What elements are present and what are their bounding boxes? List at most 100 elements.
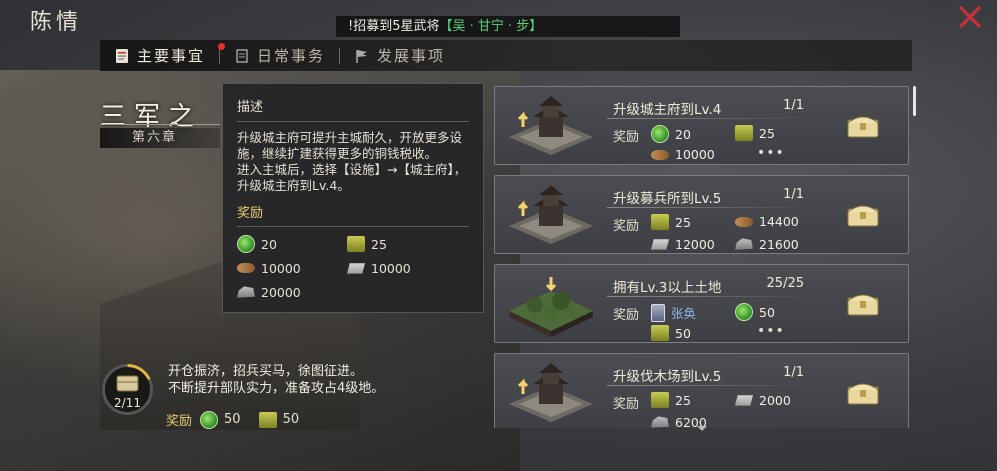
reward-item: 10000 <box>651 147 715 162</box>
quest-divider <box>607 207 817 208</box>
reward-item: 21600 <box>735 236 799 252</box>
more-rewards-ellipsis[interactable]: ••• <box>757 323 785 339</box>
calendar-icon <box>236 48 248 63</box>
reward-item: 25 <box>347 235 457 253</box>
reward-value: 25 <box>675 214 691 230</box>
tab-main-affairs[interactable]: 主要事宜 <box>100 40 225 71</box>
quest-title: 升级城主府到Lv.4 <box>613 102 722 118</box>
tab-bar: 主要事宜 日常事务 发展事项 <box>100 40 912 71</box>
reward-value: 20000 <box>261 284 301 300</box>
reward-item: 25 <box>651 392 691 408</box>
quest-reward-label: 奖励 <box>613 130 640 145</box>
quest-card[interactable]: 升级募兵所到Lv.5 1/1 奖励 25 14400 12000 21600 <box>494 175 909 254</box>
reward-item: 2000 <box>735 392 791 408</box>
reward-value: 10000 <box>261 260 301 276</box>
chapter-progress-text: 2/11 <box>114 396 141 410</box>
jade-icon <box>651 125 669 143</box>
reward-item: 10000 <box>347 259 457 277</box>
grain-icon <box>347 236 365 252</box>
reward-value: 25 <box>371 236 387 252</box>
quest-card[interactable]: 升级城主府到Lv.4 1/1 奖励 20 25 10000 ••• <box>494 86 909 165</box>
reward-value: 50 <box>282 412 300 427</box>
reward-value: 2000 <box>759 392 791 408</box>
quest-reward-label: 奖励 <box>613 219 640 234</box>
reward-item: 张奂 <box>651 303 696 322</box>
iron-icon <box>347 263 365 274</box>
quest-list[interactable]: 升级城主府到Lv.4 1/1 奖励 20 25 10000 ••• 升级募兵所到… <box>494 86 910 428</box>
grain-icon <box>258 411 277 428</box>
reward-hero-name[interactable]: 张奂 <box>671 303 696 322</box>
reward-item: 25 <box>651 214 691 230</box>
land-tile-thumbnail <box>509 277 593 337</box>
iron-icon <box>651 239 669 250</box>
tooltip-reward-heading: 奖励 <box>237 202 469 227</box>
iron-icon <box>735 395 753 406</box>
hero-card-icon <box>651 303 665 322</box>
quest-reward-label: 奖励 <box>613 397 640 412</box>
reward-item: 10000 <box>237 259 347 277</box>
tooltip-body: 升级城主府可提升主城耐久，开放更多设施，继续扩建获得更多的铜钱税收。 进入主城后… <box>237 130 467 193</box>
tooltip-reward-grid: 20 25 10000 10000 20000 <box>237 235 469 301</box>
reward-item: 20 <box>237 235 347 253</box>
treasure-chest-icon[interactable] <box>846 200 880 228</box>
pagoda-upgrade-thumbnail <box>509 185 593 244</box>
reward-value: 20 <box>261 236 277 252</box>
tab-development[interactable]: 发展事项 <box>340 40 459 71</box>
chapter-divider <box>100 124 220 125</box>
treasure-chest-icon[interactable] <box>846 111 880 139</box>
quest-title: 升级募兵所到Lv.5 <box>613 191 722 207</box>
reward-value: 21600 <box>759 236 799 252</box>
notification-badge <box>218 43 225 50</box>
pagoda-upgrade-thumbnail <box>509 96 593 155</box>
reward-item: 50 <box>735 303 775 321</box>
reward-value: 25 <box>675 392 691 408</box>
tooltip-heading: 描述 <box>237 96 469 122</box>
quest-card[interactable]: 拥有Lv.3以上土地 25/25 奖励 张奂 50 50 ••• <box>494 264 909 343</box>
tab-label: 主要事宜 <box>137 47 206 65</box>
tab-label: 日常事务 <box>257 47 326 65</box>
reward-value: 50 <box>675 325 691 341</box>
chapter-subtitle: 第六章 <box>100 128 220 148</box>
quest-divider <box>607 385 817 386</box>
reward-value: 10000 <box>371 260 411 276</box>
grain-icon <box>651 214 669 230</box>
quest-list-scrollbar[interactable] <box>913 86 916 116</box>
quest-reward-label: 奖励 <box>613 308 640 323</box>
reward-value: 20 <box>675 126 691 142</box>
wood-icon <box>651 149 669 160</box>
reward-value: 50 <box>224 412 241 427</box>
marquee-highlight: 【吴 · 甘宁 · 步】 <box>439 19 543 34</box>
quest-progress: 1/1 <box>783 365 804 380</box>
reward-item: 20 <box>651 125 691 143</box>
wood-icon <box>735 216 753 227</box>
grain-icon <box>651 325 669 341</box>
treasure-chest-icon[interactable] <box>846 378 880 406</box>
pagoda-upgrade-thumbnail <box>509 363 593 422</box>
quest-title: 拥有Lv.3以上土地 <box>613 280 722 296</box>
close-x-icon <box>959 6 981 28</box>
reward-item: 50 <box>651 325 691 341</box>
quest-progress: 25/25 <box>766 276 804 291</box>
quest-card[interactable]: 升级伐木场到Lv.5 1/1 奖励 25 2000 6200 <box>494 353 909 428</box>
tab-daily-affairs[interactable]: 日常事务 <box>220 40 339 71</box>
marquee-text: !招募到5星武将 <box>348 19 440 34</box>
quest-progress: 1/1 <box>783 98 804 113</box>
jade-icon <box>735 303 753 321</box>
grain-icon <box>735 125 753 141</box>
reward-item: 20000 <box>237 283 347 301</box>
quest-divider <box>607 118 817 119</box>
stone-icon <box>735 238 753 250</box>
close-button[interactable] <box>957 4 983 30</box>
reward-value: 50 <box>759 304 775 320</box>
broadcast-marquee: !招募到5星武将【吴 · 甘宁 · 步】 <box>336 16 680 37</box>
chapter-reward-label: 奖励 <box>166 414 193 429</box>
reward-value: 14400 <box>759 214 799 229</box>
stone-icon <box>651 416 669 428</box>
more-rewards-ellipsis[interactable]: ••• <box>757 145 785 161</box>
reward-value: 12000 <box>675 236 715 252</box>
reward-item: 12000 <box>651 236 715 252</box>
reward-value: 10000 <box>675 147 715 162</box>
reward-item: 14400 <box>735 214 799 229</box>
treasure-chest-icon[interactable] <box>846 289 880 317</box>
scroll-icon <box>116 48 128 63</box>
